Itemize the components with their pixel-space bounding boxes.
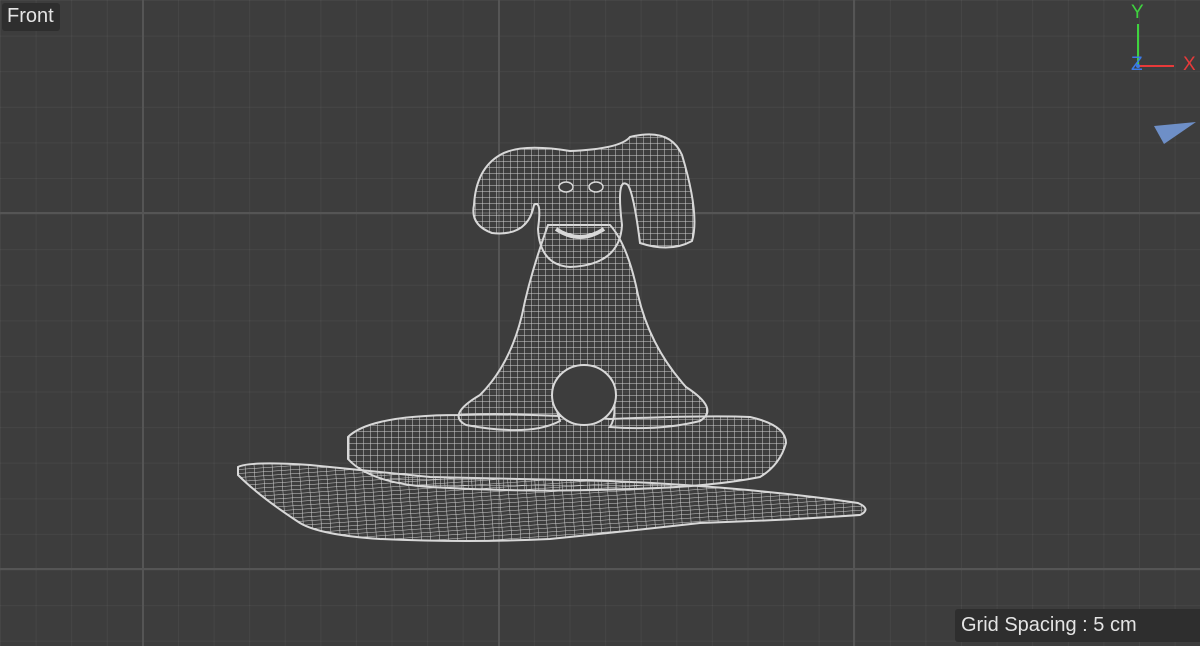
wireframe-model[interactable] <box>230 125 875 550</box>
axis-z-label: Z <box>1131 54 1143 75</box>
axis-x-label: X <box>1183 54 1196 75</box>
axis-y-label: Y <box>1131 2 1144 23</box>
wireframe-head <box>472 133 696 269</box>
wireframe-legs <box>347 413 788 492</box>
wireframe-eye <box>558 181 574 193</box>
axis-gizmo[interactable]: Y Z X <box>1122 2 1200 76</box>
camera-direction-icon[interactable] <box>1152 118 1198 146</box>
wireframe-eye <box>588 181 604 193</box>
front-viewport[interactable]: Front Y Z X Grid Spacing : 5 cm <box>0 0 1200 646</box>
view-name-label[interactable]: Front <box>2 3 60 31</box>
grid-spacing-readout: Grid Spacing : 5 cm <box>955 609 1200 642</box>
major-grid-line <box>142 0 144 646</box>
major-grid-line <box>0 568 1200 570</box>
wireframe-hole <box>551 364 617 426</box>
